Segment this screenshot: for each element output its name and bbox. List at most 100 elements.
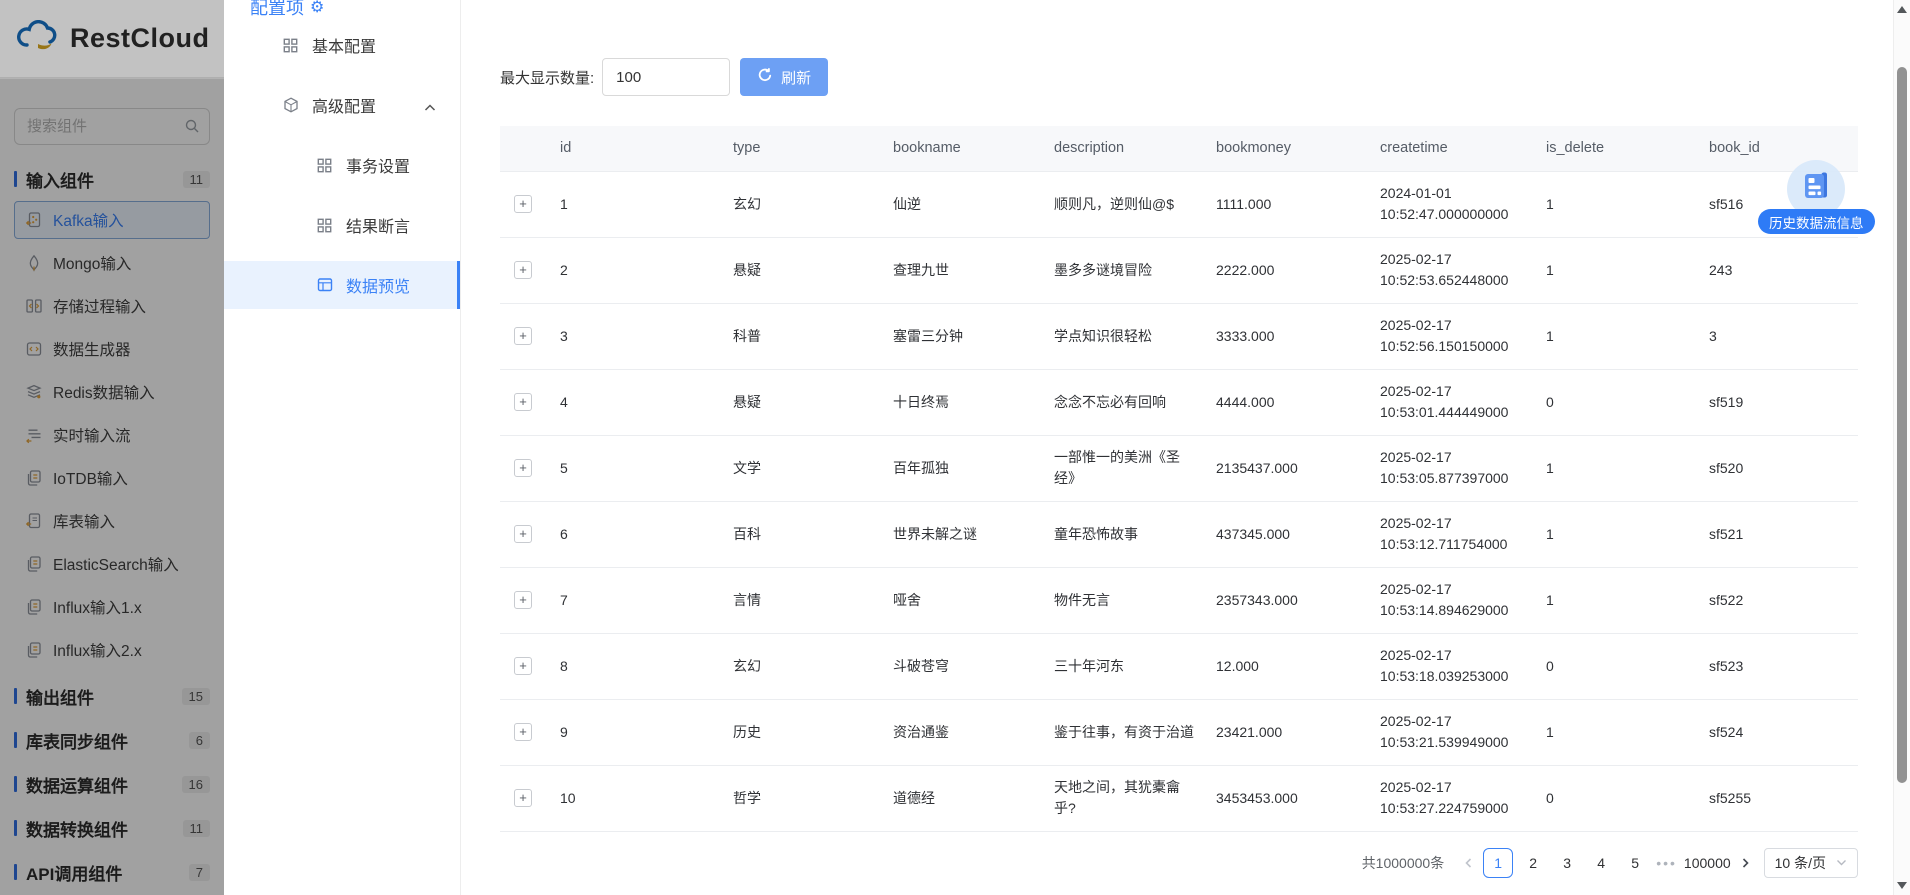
sidebar-item-data-generator[interactable]: 数据生成器 [14, 330, 210, 368]
expand-row-button[interactable]: + [514, 393, 532, 411]
sidebar-item-label: 实时输入流 [53, 428, 131, 445]
table-row[interactable]: +1 玄幻 仙逆 顺则凡，逆则仙@$ 1111.000 2024-01-01 10:52:… [500, 171, 1858, 238]
cell-type: 玄幻 [719, 633, 879, 700]
sidebar-item-label: Influx输入1.x [53, 600, 142, 617]
section-count-badge: 15 [181, 687, 210, 705]
max-display-input[interactable] [602, 58, 731, 96]
cell-createtime: 2025-02-17 10:53:14.894629000 [1366, 567, 1532, 634]
expand-row-button[interactable]: + [514, 261, 532, 279]
sidebar-item-label: Influx输入2.x [53, 643, 142, 660]
sidebar-item-label: IoTDB输入 [53, 471, 128, 488]
scroll-up-arrow-icon[interactable] [1897, 6, 1907, 13]
config-item-data-preview[interactable]: 数据预览 [224, 261, 460, 309]
cell-book_id: sf524 [1695, 699, 1858, 766]
cell-description: 墨多多谜境冒险 [1040, 237, 1202, 304]
sidebar-item-iotdb-input[interactable]: IoTDB输入 [14, 459, 210, 497]
sidebar-item-influx-input-1x[interactable]: Influx输入1.x [14, 588, 210, 626]
sidebar-item-label: Redis数据输入 [53, 385, 155, 402]
cell-description: 鉴于往事，有资于治道 [1040, 699, 1202, 766]
config-item-transaction-settings[interactable]: 事务设置 [224, 135, 460, 195]
page-button-5[interactable]: 5 [1621, 848, 1649, 878]
search-input[interactable] [14, 108, 210, 145]
cell-type: 悬疑 [719, 237, 879, 304]
table-row[interactable]: +4 悬疑 十日终焉 念念不忘必有回响 4444.000 2025-02-17 10:53… [500, 369, 1858, 436]
expand-cell: + [500, 171, 546, 238]
table-row[interactable]: +8 玄幻 斗破苍穹 三十年河东 12.000 2025-02-17 10:53:18.0… [500, 633, 1858, 700]
table-row[interactable]: +10 哲学 道德经 天地之间，其犹橐龠乎? 3453453.000 2025-02-17… [500, 765, 1858, 832]
scrollbar-thumb[interactable] [1897, 67, 1907, 783]
expand-row-button[interactable]: + [514, 789, 532, 807]
expand-cell: + [500, 237, 546, 304]
sidebar-item-table-input[interactable]: 库表输入 [14, 502, 210, 540]
history-dataflow-badge[interactable]: 历史数据流信息 [1758, 209, 1875, 234]
section-count-badge: 11 [182, 819, 210, 837]
sidebar-item-influx-input-2x[interactable]: Influx输入2.x [14, 631, 210, 669]
cell-book_id: sf523 [1695, 633, 1858, 700]
cell-type: 历史 [719, 699, 879, 766]
expand-row-button[interactable]: + [514, 459, 532, 477]
expand-row-button[interactable]: + [514, 723, 532, 741]
cell-createtime: 2025-02-17 10:53:21.539949000 [1366, 699, 1532, 766]
brand-header: RestCloud [0, 0, 224, 78]
config-item-result-assertion[interactable]: 结果断言 [224, 195, 460, 255]
cell-createtime: 2025-02-17 10:53:01.444449000 [1366, 369, 1532, 436]
section-accent-bar [14, 171, 17, 187]
grid-icon [316, 216, 334, 234]
table-row[interactable]: +3 科普 塞雷三分钟 学点知识很轻松 3333.000 2025-02-17 10:52… [500, 303, 1858, 370]
table-row[interactable]: +6 百科 世界未解之谜 童年恐怖故事 437345.000 2025-02-17 10:… [500, 501, 1858, 568]
expand-row-button[interactable]: + [514, 657, 532, 675]
expand-row-button[interactable]: + [514, 525, 532, 543]
ellipsis-more-pages[interactable]: ••• [1656, 855, 1677, 871]
expand-cell: + [500, 699, 546, 766]
next-page-button[interactable] [1734, 848, 1756, 878]
cell-bookmoney: 2222.000 [1202, 237, 1366, 304]
sidebar-section-data-operation-components[interactable]: 数据运算组件 16 [0, 762, 224, 806]
cell-book_id: sf520 [1695, 435, 1858, 502]
cell-description: 三十年河东 [1040, 633, 1202, 700]
table-row[interactable]: +2 悬疑 查理九世 墨多多谜境冒险 2222.000 2025-02-17 10:52:… [500, 237, 1858, 304]
expand-row-button[interactable]: + [514, 591, 532, 609]
cell-type: 文学 [719, 435, 879, 502]
expand-row-button[interactable]: + [514, 195, 532, 213]
sidebar-item-mongo-input[interactable]: Mongo输入 [14, 244, 210, 282]
config-item-basic-config[interactable]: 基本配置 [224, 15, 460, 75]
page-button-100000[interactable]: 100000 [1684, 848, 1731, 878]
page-button-1[interactable]: 1 [1483, 847, 1514, 878]
sidebar-item-label: ElasticSearch输入 [53, 557, 179, 574]
config-item-advanced-config[interactable]: 高级配置 [224, 75, 460, 135]
sidebar-section-api-call-components[interactable]: API调用组件 7 [0, 850, 224, 894]
vertical-scrollbar[interactable] [1893, 0, 1910, 895]
brand-name: RestCloud [70, 23, 210, 53]
cell-bookname: 十日终焉 [879, 369, 1040, 436]
cell-description: 童年恐怖故事 [1040, 501, 1202, 568]
cell-is_delete: 0 [1532, 633, 1695, 700]
cell-bookmoney: 1111.000 [1202, 171, 1366, 238]
history-dataflow-icon [1800, 170, 1832, 208]
table-row[interactable]: +7 言情 哑舍 物件无言 2357343.000 2025-02-17 10:53:14… [500, 567, 1858, 634]
sidebar-section-table-sync-components[interactable]: 库表同步组件 6 [0, 718, 224, 762]
section-label: 数据转换组件 [26, 820, 128, 840]
sidebar-item-kafka-input[interactable]: Kafka输入 [14, 201, 210, 239]
prev-page-button[interactable] [1458, 848, 1480, 878]
refresh-button[interactable]: 刷新 [740, 58, 829, 96]
sidebar-item-stored-procedure-input[interactable]: 存储过程输入 [14, 287, 210, 325]
page-button-4[interactable]: 4 [1587, 848, 1615, 878]
page-button-2[interactable]: 2 [1519, 848, 1547, 878]
sidebar-section-output-components[interactable]: 输出组件 15 [0, 674, 224, 718]
scroll-down-arrow-icon[interactable] [1897, 882, 1907, 889]
page-size-select[interactable]: 10 条/页 [1763, 847, 1858, 878]
stored-procedure-input-icon [25, 297, 43, 315]
sidebar-item-elasticsearch-input[interactable]: ElasticSearch输入 [14, 545, 210, 583]
chevron-up-icon[interactable] [424, 100, 436, 118]
sidebar-item-redis-input[interactable]: Redis数据输入 [14, 373, 210, 411]
table-row[interactable]: +5 文学 百年孤独 一部惟一的美洲《圣经》 2135437.000 2025-02-17… [500, 435, 1858, 502]
sidebar-section-input-components[interactable]: 输入组件 11 [0, 157, 224, 201]
expand-row-button[interactable]: + [514, 327, 532, 345]
page-button-3[interactable]: 3 [1553, 848, 1581, 878]
table-row[interactable]: +9 历史 资治通鉴 鉴于往事，有资于治道 23421.000 2025-02-17 10… [500, 699, 1858, 766]
sidebar-item-realtime-stream-input[interactable]: 实时输入流 [14, 416, 210, 454]
sidebar-section-data-transform-components[interactable]: 数据转换组件 11 [0, 806, 224, 850]
total-count-label: 共1000000条 [1361, 854, 1445, 871]
cell-is_delete: 0 [1532, 369, 1695, 436]
expand-cell: + [500, 633, 546, 700]
